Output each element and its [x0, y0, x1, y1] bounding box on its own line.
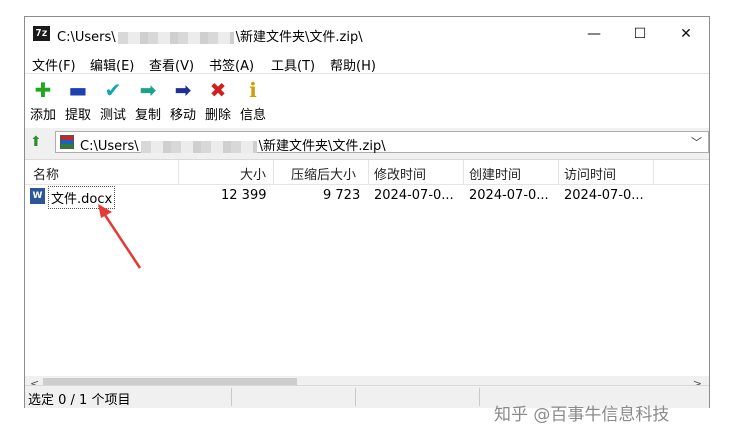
toolbar: ✚ 添加 ▬ 提取 ✔ 测试 ➡ 复制 ➡ 移动 ✖ 删除 ℹ 信息	[25, 74, 709, 128]
toolbar-move-arrow-button[interactable]: ➡ 移动	[165, 78, 201, 123]
table-row[interactable]: W 文件.docx 12 399 9 723 2024-07-0... 2024…	[25, 186, 709, 209]
column-divider[interactable]	[178, 160, 179, 184]
file-accessed: 2024-07-0...	[564, 188, 644, 203]
check-icon: ✔	[104, 78, 122, 102]
address-path: C:\Users\ \新建文件夹\文件.zip\	[80, 139, 386, 154]
copy-arrow-icon: ➡	[139, 78, 157, 102]
column-divider[interactable]	[463, 160, 464, 184]
menu-tools[interactable]: 工具(T)	[271, 55, 315, 74]
toolbar-info-button[interactable]: ℹ 信息	[235, 78, 271, 123]
title-bar[interactable]: 7z C:\Users\ \新建文件夹\文件.zip\ — ☐ ✕	[25, 17, 709, 51]
toolbar-button-label: 移动	[169, 108, 196, 123]
toolbar-button-label: 测试	[99, 108, 126, 123]
app-window: 7z C:\Users\ \新建文件夹\文件.zip\ — ☐ ✕ 文件(F) 编…	[24, 16, 710, 408]
toolbar-button-label: 删除	[204, 108, 231, 123]
toolbar-plus-button[interactable]: ✚ 添加	[25, 78, 61, 123]
toolbar-button-label: 添加	[29, 108, 56, 123]
column-header-modified[interactable]: 修改时间	[374, 164, 426, 183]
column-header-accessed[interactable]: 访问时间	[564, 164, 616, 183]
menu-file[interactable]: 文件(F)	[32, 55, 76, 74]
column-divider[interactable]	[368, 160, 369, 184]
minus-icon: ▬	[68, 78, 88, 102]
file-list: 名称 大小 压缩后大小 修改时间 创建时间 访问时间 W 文件.docx 12 …	[25, 159, 709, 393]
column-header-created[interactable]: 创建时间	[469, 164, 521, 183]
file-modified: 2024-07-0...	[374, 188, 454, 203]
file-name[interactable]: 文件.docx	[48, 186, 116, 209]
delete-icon: ✖	[209, 78, 227, 102]
menu-view[interactable]: 查看(V)	[149, 55, 194, 74]
menu-edit[interactable]: 编辑(E)	[90, 55, 134, 74]
status-divider	[479, 388, 480, 406]
up-folder-icon[interactable]: ⬆	[30, 134, 46, 150]
7zip-app-icon: 7z	[33, 26, 50, 41]
menu-bar: 文件(F) 编辑(E) 查看(V) 书签(A) 工具(T) 帮助(H)	[25, 51, 709, 74]
selection-status: 选定 0 / 1 个项目	[28, 393, 131, 408]
menu-bookmarks[interactable]: 书签(A)	[209, 55, 254, 74]
redacted-path-segment	[140, 140, 257, 153]
redacted-path-segment	[117, 31, 234, 44]
column-divider[interactable]	[653, 160, 654, 184]
minimize-button[interactable]: —	[571, 17, 617, 51]
toolbar-button-label: 提取	[64, 108, 91, 123]
address-row: ⬆ C:\Users\ \新建文件夹\文件.zip\ ﹀	[25, 129, 709, 157]
column-header-name[interactable]: 名称	[33, 164, 59, 183]
maximize-button[interactable]: ☐	[617, 17, 663, 51]
file-size: 12 399	[221, 188, 267, 203]
toolbar-copy-arrow-button[interactable]: ➡ 复制	[130, 78, 166, 123]
status-divider	[231, 388, 232, 406]
toolbar-button-label: 信息	[239, 108, 266, 123]
window-title: C:\Users\ \新建文件夹\文件.zip\	[57, 30, 363, 45]
toolbar-button-label: 复制	[134, 108, 161, 123]
plus-icon: ✚	[34, 78, 52, 102]
column-divider[interactable]	[558, 160, 559, 184]
toolbar-check-button[interactable]: ✔ 测试	[95, 78, 131, 123]
list-header: 名称 大小 压缩后大小 修改时间 创建时间 访问时间	[25, 160, 709, 185]
chevron-down-icon[interactable]: ﹀	[691, 134, 702, 150]
watermark: 知乎 @百事牛信息科技	[494, 405, 670, 425]
word-document-icon: W	[30, 188, 45, 204]
column-divider[interactable]	[273, 160, 274, 184]
file-created: 2024-07-0...	[469, 188, 549, 203]
toolbar-delete-button[interactable]: ✖ 删除	[200, 78, 236, 123]
column-header-size[interactable]: 大小	[240, 164, 266, 183]
toolbar-minus-button[interactable]: ▬ 提取	[60, 78, 96, 123]
move-arrow-icon: ➡	[174, 78, 192, 102]
archive-icon	[60, 135, 74, 149]
menu-help[interactable]: 帮助(H)	[330, 55, 376, 74]
close-button[interactable]: ✕	[663, 17, 709, 51]
file-packed-size: 9 723	[323, 188, 361, 203]
address-bar[interactable]: C:\Users\ \新建文件夹\文件.zip\ ﹀	[55, 131, 709, 154]
column-header-packed[interactable]: 压缩后大小	[291, 164, 356, 183]
info-icon: ℹ	[249, 78, 257, 102]
status-divider	[355, 388, 356, 406]
